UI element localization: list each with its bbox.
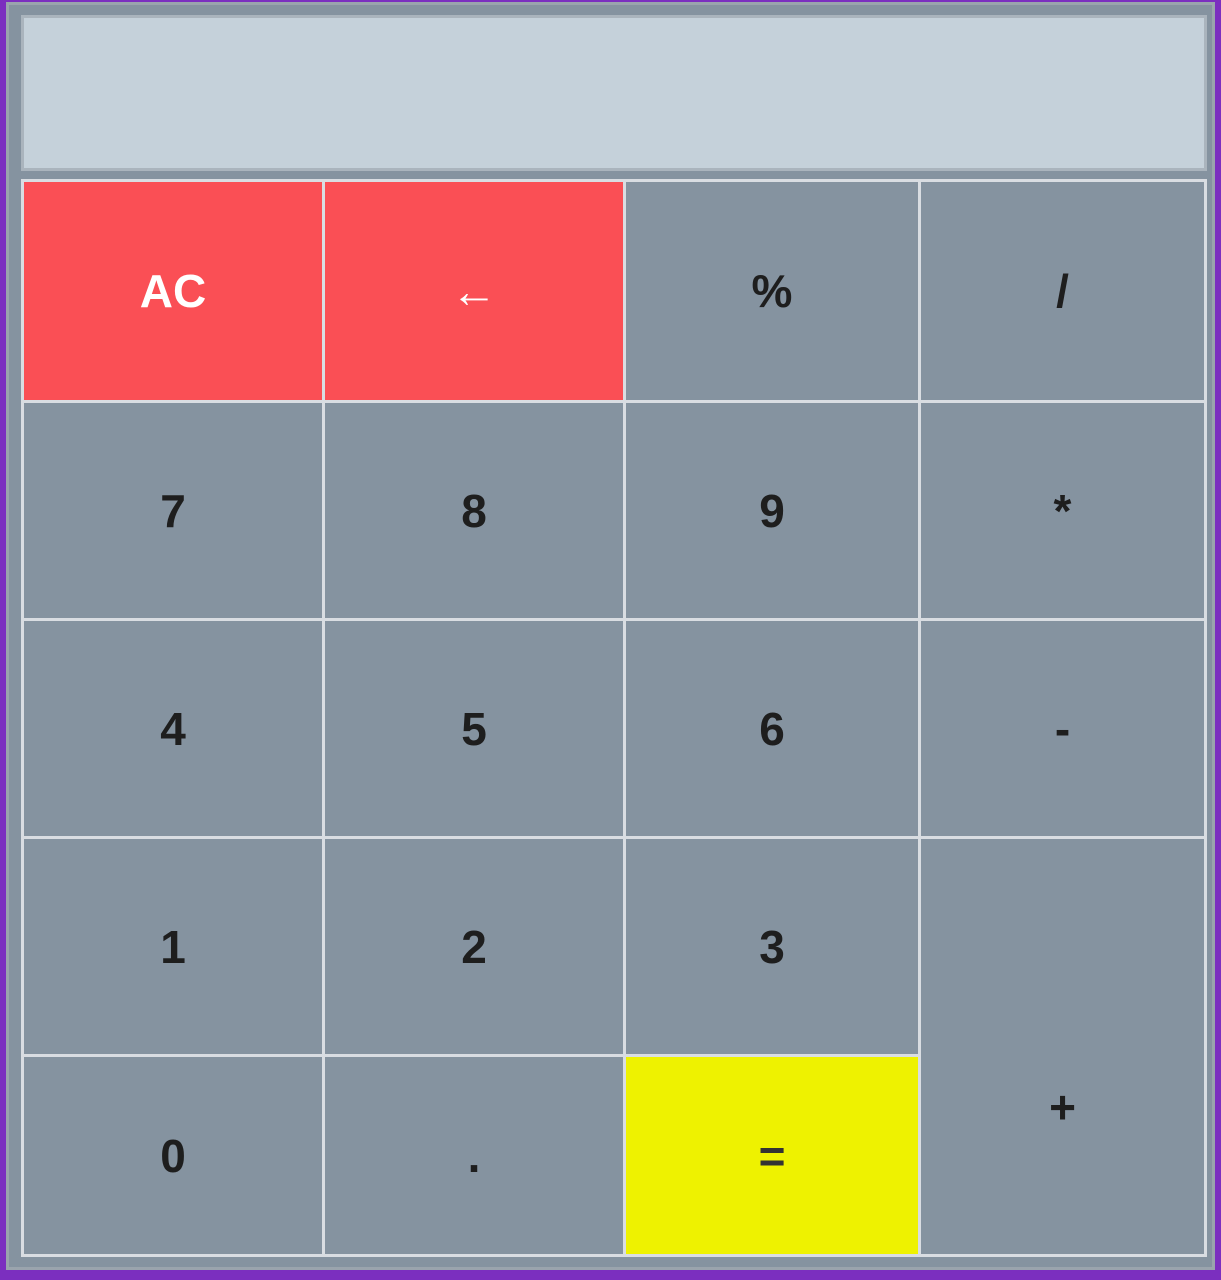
digit-8-button[interactable]: 8 — [325, 403, 623, 618]
digit-3-button[interactable]: 3 — [626, 839, 918, 1054]
decimal-button[interactable]: . — [325, 1057, 623, 1254]
digit-0-button[interactable]: 0 — [24, 1057, 322, 1254]
add-button[interactable]: + — [921, 839, 1204, 1254]
digit-6-button[interactable]: 6 — [626, 621, 918, 836]
digit-1-button[interactable]: 1 — [24, 839, 322, 1054]
percent-button[interactable]: % — [626, 182, 918, 400]
digit-7-button[interactable]: 7 — [24, 403, 322, 618]
divide-button[interactable]: / — [921, 182, 1204, 400]
multiply-button[interactable]: * — [921, 403, 1204, 618]
equals-button[interactable]: = — [626, 1057, 918, 1254]
digit-5-button[interactable]: 5 — [325, 621, 623, 836]
digit-9-button[interactable]: 9 — [626, 403, 918, 618]
keypad: AC ← % / 7 8 9 * 4 5 6 - 1 2 3 + 0 . = — [21, 179, 1207, 1257]
calculator: AC ← % / 7 8 9 * 4 5 6 - 1 2 3 + 0 . = — [6, 2, 1215, 1270]
clear-button[interactable]: AC — [24, 182, 322, 400]
digit-4-button[interactable]: 4 — [24, 621, 322, 836]
calculator-display — [21, 15, 1207, 171]
subtract-button[interactable]: - — [921, 621, 1204, 836]
backspace-button[interactable]: ← — [325, 182, 623, 400]
digit-2-button[interactable]: 2 — [325, 839, 623, 1054]
